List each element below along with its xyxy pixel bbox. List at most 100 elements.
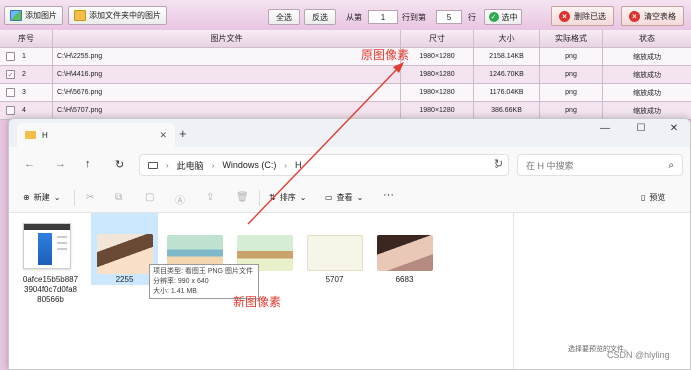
preview-pane-icon: ▯ <box>641 193 646 202</box>
row-number: 4 <box>22 107 26 114</box>
header-index[interactable]: 序号 <box>0 30 53 47</box>
row-checkbox[interactable] <box>6 88 15 97</box>
delete-icon[interactable]: 🗑 <box>236 192 249 203</box>
search-placeholder: 在 H 中搜索 <box>526 160 574 171</box>
chevron-down-icon: ⌄ <box>356 193 364 202</box>
filesize-cell: 1176.04KB <box>474 84 540 101</box>
row-checkbox[interactable] <box>6 52 15 61</box>
forward-arrow-icon[interactable]: → <box>55 158 66 170</box>
close-icon[interactable]: ✕ <box>159 130 167 141</box>
tooltip-resolution: 分辨率: 990 x 640 <box>153 278 209 285</box>
status-cell: 缩放成功 <box>633 71 661 79</box>
filesize-cell: 386.66KB <box>474 102 540 119</box>
paste-icon[interactable]: ▢ <box>145 192 154 203</box>
new-tab-button[interactable]: + <box>179 126 187 141</box>
explorer-window: H ✕ + — ☐ ✕ ← → ↑ ↻ › 此电脑 › Windows (C:)… <box>8 118 691 370</box>
table-row[interactable]: 3 C:\H\5676.png 1980×1280 1176.04KB png 缩放成功 <box>0 84 691 102</box>
tab-title: H <box>42 130 48 140</box>
tab-h[interactable]: H ✕ <box>17 123 175 147</box>
close-window-button[interactable]: ✕ <box>662 123 686 134</box>
status-cell: 缩放成功 <box>633 107 661 115</box>
sort-button[interactable]: ⇅ 排序 ⌄ <box>269 192 306 203</box>
format-cell: png <box>540 48 603 65</box>
add-folder-images-button[interactable]: 添加文件夹中的图片 <box>68 6 167 25</box>
view-icon: ▭ <box>325 193 333 202</box>
file-item-6683[interactable]: 6683 <box>371 213 438 313</box>
breadcrumb-drive-c[interactable]: Windows (C:) <box>222 160 276 170</box>
select-range-button[interactable]: ✓ 选中 <box>484 9 522 25</box>
clear-table-button[interactable]: × 清空表格 <box>621 6 684 26</box>
chevron-right-icon: › <box>211 160 215 170</box>
row-number: 3 <box>22 89 26 96</box>
table-row[interactable]: 1 C:\H\2255.png 1980×1280 2158.14KB png 缩放成功 <box>0 48 691 66</box>
image-thumbnail <box>377 235 433 271</box>
file-name: 2255 <box>115 275 134 284</box>
file-name-line: 80566b <box>37 295 64 304</box>
new-pixels-annotation: 新图像素 <box>233 295 282 309</box>
up-arrow-icon[interactable]: ↑ <box>85 158 91 170</box>
breadcrumb-h[interactable]: H <box>295 160 302 170</box>
row-number: 2 <box>22 71 26 78</box>
status-cell: 缩放成功 <box>633 89 661 97</box>
header-dimensions[interactable]: 尺寸 <box>401 30 474 47</box>
document-icon <box>23 223 71 269</box>
from-row-input[interactable]: 1 <box>368 10 398 24</box>
cut-icon[interactable]: ✂ <box>86 192 94 203</box>
chevron-right-icon: › <box>284 160 288 170</box>
maximize-button[interactable]: ☐ <box>629 123 653 134</box>
more-options-button[interactable]: ··· <box>383 189 394 201</box>
row-checkbox[interactable]: ✓ <box>6 70 15 79</box>
file-list: 0afce15b5b887 3904f0c7d0fa8 80566b 2255 … <box>9 213 513 369</box>
sort-icon: ⇅ <box>269 193 276 202</box>
select-all-button[interactable]: 全选 <box>268 9 300 25</box>
breadcrumb-this-pc[interactable]: 此电脑 <box>177 159 204 172</box>
back-arrow-icon[interactable]: ← <box>24 158 35 170</box>
to-row-label: 行到第 <box>402 13 426 22</box>
tab-strip: H ✕ + — ☐ ✕ <box>9 119 690 147</box>
refresh-icon[interactable]: ↻ <box>115 158 124 171</box>
view-button[interactable]: ▭ 查看 ⌄ <box>325 192 363 203</box>
new-button[interactable]: ⊕ 新建 ⌄ <box>23 192 60 203</box>
header-filesize[interactable]: 大小 <box>474 30 540 47</box>
file-item-5707[interactable]: 5707 <box>301 213 368 313</box>
add-images-label: 添加图片 <box>25 11 57 20</box>
row-checkbox[interactable] <box>6 106 15 115</box>
invert-selection-button[interactable]: 反选 <box>304 9 336 25</box>
plus-circle-icon: ⊕ <box>23 193 30 202</box>
header-format[interactable]: 实际格式 <box>540 30 603 47</box>
rename-icon[interactable]: Ⓐ <box>175 192 185 207</box>
table-row[interactable]: ✓ 2 C:\H\4416.png 1980×1280 1246.70KB png 缩放成功 <box>0 66 691 84</box>
clear-icon: × <box>629 10 640 22</box>
from-row-label: 从第 <box>346 13 362 22</box>
copy-icon[interactable]: ⧉ <box>115 192 122 203</box>
preview-label: 预览 <box>649 193 666 202</box>
file-item-0afce15b[interactable]: 0afce15b5b887 3904f0c7d0fa8 80566b <box>17 213 84 313</box>
file-item-2255[interactable]: 2255 <box>91 213 158 285</box>
format-cell: png <box>540 102 603 119</box>
share-icon[interactable]: ⇪ <box>206 192 214 203</box>
command-bar: ⊕ 新建 ⌄ ✂ ⧉ ▢ Ⓐ ⇪ 🗑 ⇅ 排序 ⌄ ▭ 查看 ⌄ ··· ▯ 预… <box>9 183 690 213</box>
address-bar[interactable]: › 此电脑 › Windows (C:) › H ⌄ <box>139 154 509 176</box>
header-status[interactable]: 状态 <box>603 30 691 47</box>
search-box[interactable]: 在 H 中搜索 ⌕ <box>517 154 683 176</box>
clear-table-label: 清空表格 <box>644 11 676 21</box>
minimize-button[interactable]: — <box>593 123 617 134</box>
computer-icon <box>148 161 158 169</box>
header-file[interactable]: 图片文件 <box>53 30 401 47</box>
row-index-cell: 3 <box>0 84 53 101</box>
preview-pane-button[interactable]: ▯ 预览 <box>641 192 665 203</box>
chevron-down-icon: ⌄ <box>53 193 61 202</box>
add-images-button[interactable]: 添加图片 <box>4 6 63 25</box>
refresh-address-icon[interactable]: ↻ <box>494 157 503 170</box>
to-row-input[interactable]: 5 <box>436 10 462 24</box>
divider <box>74 190 75 206</box>
dimensions-cell: 1980×1280 <box>401 66 474 83</box>
file-name-line: 0afce15b5b887 <box>22 275 79 284</box>
chevron-right-icon: › <box>166 160 169 170</box>
row-index-cell: 4 <box>0 102 53 119</box>
delete-selected-button[interactable]: × 删除已选 <box>551 6 614 26</box>
file-name-line: 3904f0c7d0fa8 <box>24 285 77 294</box>
view-label: 查看 <box>336 193 353 202</box>
app-toolbar: 添加图片 添加文件夹中的图片 全选 反选 从第 1 行到第 5 行 ✓ 选中 ×… <box>0 0 691 30</box>
delete-selected-label: 删除已选 <box>574 11 606 21</box>
